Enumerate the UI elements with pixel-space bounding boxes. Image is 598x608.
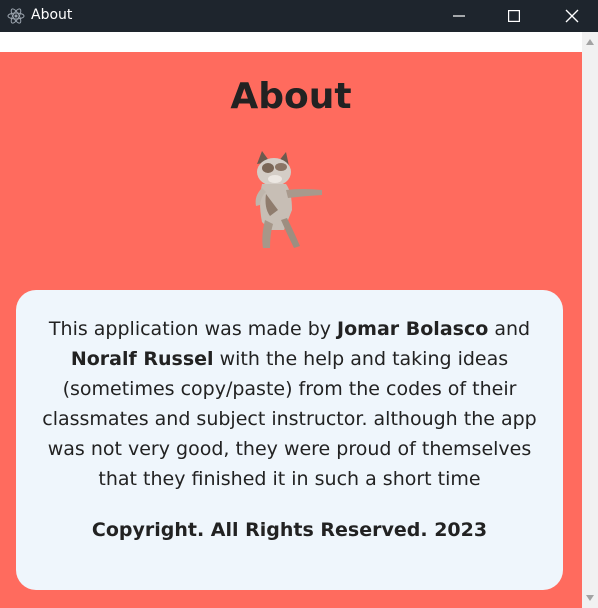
maximize-button[interactable]	[491, 0, 537, 32]
electron-app-icon	[7, 8, 25, 24]
close-button[interactable]	[549, 0, 595, 32]
about-description: This application was made by Jomar Bolas…	[40, 314, 539, 494]
page-title: About	[230, 76, 352, 117]
scroll-down-arrow-icon[interactable]	[586, 595, 594, 601]
about-card: This application was made by Jomar Bolas…	[16, 290, 563, 590]
top-strip	[0, 32, 582, 52]
description-text-and: and	[488, 318, 531, 340]
maximize-icon	[508, 10, 520, 22]
dancing-cat-image	[255, 151, 322, 248]
vertical-scrollbar[interactable]	[582, 32, 598, 608]
close-icon	[565, 9, 579, 23]
author-name-2: Noralf Russel	[70, 348, 214, 370]
scroll-up-arrow-icon[interactable]	[586, 39, 594, 45]
about-page: About This application was made by Jomar…	[0, 32, 582, 608]
title-bar: About	[0, 0, 598, 32]
author-name-1: Jomar Bolasco	[337, 318, 489, 340]
window-title: About	[31, 7, 73, 23]
description-text-start: This application was made by	[48, 318, 338, 340]
copyright-notice: Copyright. All Rights Reserved. 2023	[91, 519, 488, 541]
minimize-icon	[453, 15, 465, 17]
minimize-button[interactable]	[436, 0, 482, 32]
